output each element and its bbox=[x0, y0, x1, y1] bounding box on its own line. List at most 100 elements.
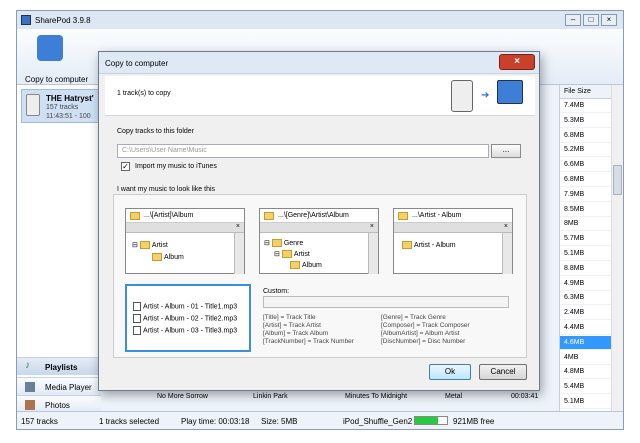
file-size-cell[interactable]: 4MB bbox=[560, 351, 612, 365]
file-size-cell[interactable]: 5.7MB bbox=[560, 232, 612, 247]
close-icon: × bbox=[369, 223, 374, 230]
copy-dialog: Copy to computer × 1 track(s) to copy ➔ … bbox=[98, 51, 540, 391]
playlists-label: Playlists bbox=[45, 363, 78, 372]
scroll-thumb[interactable] bbox=[613, 165, 622, 195]
dialog-title-bar: Copy to computer × bbox=[99, 52, 539, 74]
file-size-cell[interactable]: 5.1MB bbox=[560, 247, 612, 261]
computer-icon bbox=[37, 35, 63, 61]
legend-item: [Artist] = Track Artist bbox=[263, 322, 321, 329]
ipod-icon bbox=[451, 80, 473, 112]
folder-icon bbox=[271, 239, 282, 248]
tree-node: Artist - Album bbox=[414, 241, 456, 249]
app-title: SharePod 3.9.8 bbox=[35, 16, 91, 25]
close-window-button[interactable]: × bbox=[601, 14, 617, 26]
file-icon bbox=[133, 314, 141, 323]
file-icon bbox=[133, 302, 141, 311]
file-name: Artist - Album - 03 - Title3.mp3 bbox=[143, 327, 238, 335]
file-size-cell[interactable]: 4.8MB bbox=[560, 365, 612, 380]
maximize-button[interactable]: □ bbox=[583, 14, 599, 26]
track-time: 00:03:41 bbox=[511, 393, 539, 400]
file-size-cell[interactable]: 4.6MB bbox=[560, 335, 612, 350]
status-free: 921MB free bbox=[453, 417, 495, 426]
vertical-scrollbar[interactable] bbox=[611, 85, 623, 411]
pattern-scrollbar[interactable] bbox=[502, 233, 512, 274]
file-icon bbox=[133, 326, 141, 335]
tree-node: Album bbox=[164, 253, 184, 261]
file-size-cell[interactable]: 5.4MB bbox=[560, 380, 612, 395]
sidebar-item-playlists[interactable]: ♪ Playlists bbox=[17, 357, 101, 375]
pattern-label: ...\[Genre]\Artist\Album bbox=[278, 212, 349, 219]
file-size-cell[interactable]: 7.9MB bbox=[560, 188, 612, 202]
device-name: THE Hatryst' bbox=[46, 94, 94, 103]
look-label: I want my music to look like this bbox=[117, 186, 216, 193]
tree-node: Artist bbox=[151, 242, 168, 249]
legend-item: [AlbumArtist] = Album Artist bbox=[381, 330, 460, 337]
pattern-artist-dash-album[interactable]: ...\Artist - Album × Artist - Album bbox=[393, 208, 513, 274]
file-layout-preview[interactable]: Artist - Album - 01 - Title1.mp3 Artist … bbox=[125, 284, 251, 352]
file-size-cell[interactable]: 8.8MB bbox=[560, 262, 612, 276]
file-name: Artist - Album - 02 - Title2.mp3 bbox=[143, 315, 238, 323]
pattern-genre-artist-album[interactable]: ...\[Genre]\Artist\Album × ⊟ Genre ⊟ Art… bbox=[259, 208, 379, 274]
folder-icon bbox=[139, 241, 150, 250]
dialog-header: 1 track(s) to copy ➔ bbox=[105, 76, 535, 116]
browse-button[interactable]: ... bbox=[491, 144, 521, 158]
tree-node: Genre bbox=[283, 240, 304, 247]
file-size-cell[interactable]: 5.3MB bbox=[560, 114, 612, 128]
window-controls: – □ × bbox=[565, 14, 617, 26]
status-device: iPod_Shuffle_Gen2 bbox=[343, 417, 413, 426]
legend-item: [TrackNumber] = Track Number bbox=[263, 338, 354, 345]
import-itunes-label: Import my music to iTunes bbox=[135, 163, 217, 170]
custom-label: Custom: bbox=[263, 288, 290, 295]
file-size-cell[interactable]: 6.3MB bbox=[560, 291, 612, 306]
file-size-cell[interactable]: 6.6MB bbox=[560, 158, 612, 173]
folder-icon bbox=[290, 261, 300, 269]
file-size-cell[interactable]: 5.1MB bbox=[560, 395, 612, 409]
cancel-button[interactable]: Cancel bbox=[479, 364, 527, 380]
legend-item: [Album] = Track Album bbox=[263, 330, 329, 337]
file-size-cell[interactable]: 4.4MB bbox=[560, 321, 612, 335]
file-size-cell[interactable]: 6.8MB bbox=[560, 173, 612, 187]
sidebar-item-media-player[interactable]: Media Player bbox=[17, 377, 101, 395]
folder-path-input[interactable]: C:\Users\User Name\Music bbox=[117, 144, 489, 158]
minimize-button[interactable]: – bbox=[565, 14, 581, 26]
file-size-cell[interactable]: 2.4MB bbox=[560, 306, 612, 321]
pattern-scrollbar[interactable] bbox=[368, 233, 378, 274]
folder-icon bbox=[398, 212, 408, 220]
file-size-cell[interactable]: 8.5MB bbox=[560, 203, 612, 217]
device-tracks: 157 tracks bbox=[46, 104, 79, 111]
status-bar: 157 tracks 1 tracks selected Play time: … bbox=[17, 411, 623, 429]
pattern-label: ...\Artist - Album bbox=[412, 212, 462, 219]
dialog-close-button[interactable]: × bbox=[499, 54, 535, 70]
file-size-cell[interactable]: 4.9MB bbox=[560, 277, 612, 291]
tree-node: Album bbox=[302, 261, 322, 269]
file-size-cell[interactable]: 8MB bbox=[560, 217, 612, 232]
file-name: Artist - Album - 01 - Title1.mp3 bbox=[143, 303, 238, 311]
file-size-cell[interactable]: 6.8MB bbox=[560, 129, 612, 143]
status-selected: 1 tracks selected bbox=[99, 417, 160, 426]
status-tracks: 157 tracks bbox=[21, 417, 58, 426]
ipod-icon bbox=[26, 94, 40, 116]
file-size-cell[interactable]: 7.4MB bbox=[560, 99, 612, 113]
tree-node: Artist bbox=[293, 251, 310, 258]
sharepod-icon bbox=[21, 15, 31, 25]
playlists-icon: ♪ bbox=[25, 360, 30, 371]
media-player-icon bbox=[25, 382, 35, 392]
pattern-scrollbar[interactable] bbox=[234, 233, 244, 274]
photos-label: Photos bbox=[45, 401, 70, 410]
table-row[interactable]: No More Sorrow Linkin Park Minutes To Mi… bbox=[157, 391, 559, 403]
legend-item: [DiscNumber] = Disc Number bbox=[381, 338, 466, 345]
pattern-artist-album[interactable]: ...\[Artist]\Album × ⊟ Artist Album bbox=[125, 208, 245, 274]
ok-button[interactable]: Ok bbox=[429, 364, 471, 380]
track-count: 1 track(s) to copy bbox=[117, 90, 171, 97]
import-itunes-checkbox[interactable]: ✓ bbox=[121, 162, 130, 171]
folder-label: Copy tracks to this folder bbox=[117, 128, 195, 135]
status-play-time: Play time: 00:03:18 bbox=[181, 417, 250, 426]
copy-to-computer-label: Copy to computer bbox=[25, 75, 89, 84]
file-size-header[interactable]: File Size bbox=[560, 85, 612, 99]
custom-format-input[interactable] bbox=[263, 296, 509, 308]
file-size-cell[interactable]: 5.2MB bbox=[560, 143, 612, 158]
copy-to-computer-button[interactable]: Copy to computer bbox=[25, 33, 88, 84]
track-artist: Linkin Park bbox=[253, 393, 288, 400]
arrow-right-icon: ➔ bbox=[481, 90, 490, 101]
device-time: 11:43:51 - 100 bbox=[46, 113, 91, 120]
